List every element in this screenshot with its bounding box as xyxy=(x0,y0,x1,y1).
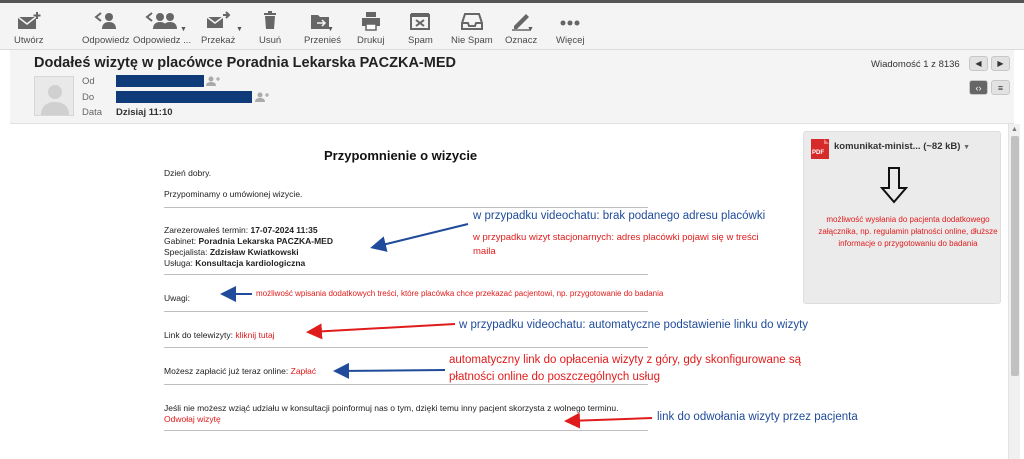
cancel-link[interactable]: Odwołaj wizytę xyxy=(164,414,221,424)
more-button[interactable]: Więcej xyxy=(556,11,585,46)
specialist-row: Specjalista: Zdzisław Kwiatkowski xyxy=(164,247,299,257)
compose-button[interactable]: Utwórz xyxy=(14,11,44,46)
payment-row: Możesz zapłacić już teraz online: Zapłać xyxy=(164,366,317,376)
cancel-text: Jeśli nie możesz wziąć udziału w konsult… xyxy=(164,403,619,413)
date-value: Dzisiaj 11:10 xyxy=(116,107,173,118)
spam-icon xyxy=(410,13,431,30)
office-row: Gabinet: Poradnia Lekarska PACZKA-MED xyxy=(164,236,333,246)
reply-button[interactable]: Odpowiedz xyxy=(82,11,130,46)
annotation-video-link: w przypadku videochatu: automatyczne pod… xyxy=(459,319,809,331)
mail-viewer: Utwórz Odpowiedz Odpowiedz ... ▼ Przekaż… xyxy=(0,0,1024,459)
service-value: Konsultacja kardiologiczna xyxy=(195,258,306,268)
spam-button[interactable]: Spam xyxy=(408,11,433,46)
dropdown-icon[interactable]: ▼ xyxy=(963,144,970,151)
view-source-button[interactable]: ‹› xyxy=(969,80,988,95)
greeting: Dzień dobry. xyxy=(164,168,212,178)
pdf-icon-graphic xyxy=(811,139,829,159)
annotation-notes: możliwość wpisania dodatkowych treści, k… xyxy=(256,289,664,298)
arrow-left-icon: ◀ xyxy=(975,59,982,68)
forward-button[interactable]: Przekaż xyxy=(201,11,235,46)
move-dropdown-icon[interactable]: ▼ xyxy=(327,26,334,33)
reply-all-icon xyxy=(145,12,178,29)
annotation-payment-link: automatyczny link do opłacenia wizyty z … xyxy=(449,354,801,383)
next-message-button[interactable]: ▶ xyxy=(991,56,1010,71)
telewizyta-row: Link do telewizyty: kliknij tutaj xyxy=(164,330,275,340)
attachment-panel: PDF komunikat-minist... (~82 kB) ▼ możli… xyxy=(803,131,1001,304)
annotation-video-no-address: w przypadku videochatu: brak podanego ad… xyxy=(473,210,766,222)
from-label: Od xyxy=(82,76,95,87)
scrollbar-thumb[interactable] xyxy=(1011,136,1019,376)
prev-message-button[interactable]: ◀ xyxy=(969,56,988,71)
divider xyxy=(164,207,648,208)
intro-text: Przypominamy o umówionej wizycie. xyxy=(164,189,303,199)
toolbar: Utwórz Odpowiedz Odpowiedz ... ▼ Przekaż… xyxy=(0,0,1024,50)
reply-all-dropdown-icon[interactable]: ▼ xyxy=(180,26,187,33)
lines-icon: ≡ xyxy=(997,82,1004,93)
printer-icon xyxy=(361,12,380,31)
add-contact-icon[interactable] xyxy=(206,76,220,86)
divider xyxy=(164,430,648,431)
view-text-button[interactable]: ≡ xyxy=(991,80,1010,95)
annotation-cancel-link: link do odwołania wizyty przez pacjenta xyxy=(657,411,858,423)
divider xyxy=(164,311,648,312)
attachment-note: możliwość wysłania do pacjenta dodatkowe… xyxy=(818,215,998,248)
forward-dropdown-icon[interactable]: ▼ xyxy=(236,26,243,33)
mark-dropdown-icon[interactable]: ▼ xyxy=(527,26,534,33)
not-spam-button[interactable]: Nie Spam xyxy=(451,11,493,46)
print-button[interactable]: Drukuj xyxy=(357,11,384,46)
add-contact-icon[interactable] xyxy=(255,92,269,102)
avatar xyxy=(34,76,74,116)
notes-label: Uwagi: xyxy=(164,293,190,303)
service-row: Usługa: Konsultacja kardiologiczna xyxy=(164,258,306,268)
pdf-icon: PDF xyxy=(811,139,829,159)
from-redacted[interactable] xyxy=(116,75,204,87)
pay-link[interactable]: Zapłać xyxy=(291,366,317,376)
move-button[interactable]: Przenieś xyxy=(304,11,341,46)
envelope-plus-icon xyxy=(17,12,41,29)
delete-button[interactable]: Usuń xyxy=(259,11,281,46)
term-row: Zarezerowałeś termin: 17-07-2024 11:35 xyxy=(164,225,318,235)
attachment-name[interactable]: komunikat-minist... (~82 kB) ▼ xyxy=(834,141,970,152)
scroll-up-icon[interactable]: ▲ xyxy=(1011,126,1018,133)
annotation-stationary-address: w przypadku wizyt stacjonarnych: adres p… xyxy=(473,232,759,257)
divider xyxy=(164,347,648,348)
reply-icon xyxy=(94,12,116,29)
arrow-down-icon xyxy=(880,167,908,204)
date-label: Data xyxy=(82,107,103,118)
scrollbar[interactable]: ▲ xyxy=(1008,124,1020,459)
arrow-right-icon: ▶ xyxy=(997,59,1004,68)
more-icon xyxy=(560,20,580,26)
to-label: Do xyxy=(82,92,95,103)
message-counter: Wiadomość 1 z 8136 xyxy=(871,59,960,70)
forward-icon xyxy=(206,11,231,28)
mail-title: Przypomnienie o wizycie xyxy=(324,148,478,163)
office-value: Poradnia Lekarska PACZKA-MED xyxy=(198,236,333,246)
trash-icon xyxy=(264,11,277,29)
message-header: Dodałeś wizytę w placówce Poradnia Lekar… xyxy=(10,50,1014,124)
code-icon: ‹› xyxy=(975,82,982,93)
telewizyta-link[interactable]: kliknij tutaj xyxy=(235,330,274,340)
inbox-icon xyxy=(460,13,483,30)
to-redacted[interactable] xyxy=(116,91,252,103)
term-value: 17-07-2024 11:35 xyxy=(250,225,318,235)
person-icon xyxy=(41,85,69,115)
divider xyxy=(164,274,648,275)
message-subject: Dodałeś wizytę w placówce Poradnia Lekar… xyxy=(34,55,456,71)
specialist-value: Zdzisław Kwiatkowski xyxy=(209,247,299,257)
